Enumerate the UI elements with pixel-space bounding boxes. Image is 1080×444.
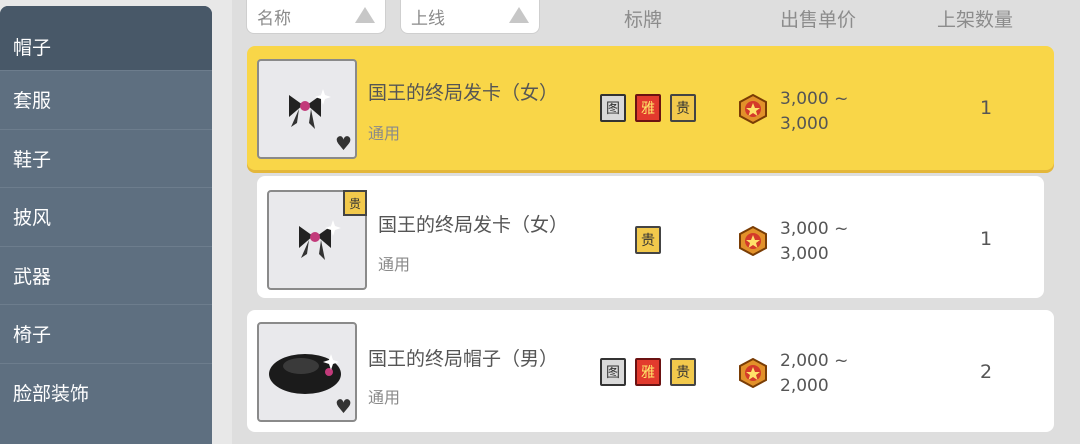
price-range: 3,000 ~ 3,000 bbox=[780, 87, 848, 137]
badge-ya-icon: 雅 bbox=[635, 358, 661, 386]
price-max: 3,000 bbox=[780, 244, 829, 264]
badge-gui-icon: 贵 bbox=[670, 358, 696, 386]
coin-icon bbox=[739, 94, 767, 124]
sidebar-item-label: 鞋子 bbox=[13, 148, 52, 171]
name-sort-dropdown[interactable]: 名称 bbox=[246, 0, 386, 34]
sidebar-item-cape[interactable]: 披风 bbox=[0, 187, 212, 246]
online-sort-dropdown[interactable]: 上线 bbox=[400, 0, 540, 34]
price-max: 3,000 bbox=[780, 114, 829, 134]
badge-ya-icon: 雅 bbox=[635, 94, 661, 122]
price-min: 2,000 ~ bbox=[780, 351, 849, 371]
item-subtitle: 通用 bbox=[368, 388, 401, 407]
listing-quantity: 1 bbox=[980, 228, 993, 250]
coin-icon bbox=[739, 226, 767, 256]
column-header-quantity: 上架数量 bbox=[937, 9, 1014, 31]
name-sort-label: 名称 bbox=[257, 9, 291, 29]
sidebar-item-face-accessory[interactable]: 脸部装饰 bbox=[0, 362, 212, 422]
price-min: 3,000 ~ bbox=[780, 89, 849, 109]
item-name: 国王的终局帽子（男） bbox=[368, 348, 559, 370]
sidebar-item-weapon[interactable]: 武器 bbox=[0, 245, 212, 305]
sidebar-item-label: 套服 bbox=[13, 90, 52, 113]
heart-icon[interactable]: ♥ bbox=[335, 398, 352, 417]
sidebar-item-label: 椅子 bbox=[13, 324, 52, 347]
sidebar-item-outfit[interactable]: 套服 bbox=[0, 70, 212, 129]
listing-quantity: 1 bbox=[980, 97, 993, 119]
item-subtitle: 通用 bbox=[368, 124, 401, 143]
sidebar-item-hat[interactable]: 帽子 bbox=[0, 6, 212, 70]
price-min: 3,000 ~ bbox=[780, 219, 849, 239]
coin-icon bbox=[739, 358, 767, 388]
online-sort-label: 上线 bbox=[411, 9, 445, 29]
badge-tu-icon: 图 bbox=[600, 358, 626, 386]
item-name: 国王的终局发卡（女） bbox=[378, 214, 569, 236]
item-subtitle: 通用 bbox=[378, 255, 411, 274]
sidebar-item-label: 脸部装饰 bbox=[13, 382, 90, 405]
badge-tu-icon: 图 bbox=[600, 94, 626, 122]
listing-panel: 名称 上线 标牌 出售单价 上架数量 ♥ 国王的终局发卡（女） 通用 图 雅 贵 bbox=[232, 0, 1080, 444]
badge-gui-icon: 贵 bbox=[670, 94, 696, 122]
listing-quantity: 2 bbox=[980, 361, 993, 383]
price-range: 2,000 ~ 2,000 bbox=[780, 349, 848, 399]
triangle-up-icon bbox=[509, 7, 529, 23]
sidebar-item-shoes[interactable]: 鞋子 bbox=[0, 128, 212, 188]
item-name: 国王的终局发卡（女） bbox=[368, 82, 559, 104]
price-max: 2,000 bbox=[780, 376, 829, 396]
price-range: 3,000 ~ 3,000 bbox=[780, 217, 848, 267]
column-header-tag: 标牌 bbox=[624, 9, 663, 31]
table-row[interactable]: ♥ 国王的终局发卡（女） 通用 图 雅 贵 3,000 ~ 3,000 1 bbox=[247, 46, 1054, 170]
column-header-price: 出售单价 bbox=[780, 9, 857, 31]
item-thumbnail: ♥ bbox=[257, 322, 357, 422]
item-thumbnail: ♥ bbox=[257, 59, 357, 159]
triangle-up-icon bbox=[355, 7, 375, 23]
sidebar-item-label: 武器 bbox=[13, 265, 52, 288]
table-row[interactable]: 贵 国王的终局发卡（女） 通用 贵 3,000 ~ 3,000 1 bbox=[257, 176, 1044, 298]
category-sidebar: 帽子 套服 鞋子 披风 武器 椅子 脸部装饰 bbox=[0, 6, 212, 444]
sidebar-item-label: 披风 bbox=[13, 207, 52, 230]
heart-icon[interactable]: ♥ bbox=[335, 135, 352, 154]
sidebar-item-chair[interactable]: 椅子 bbox=[0, 304, 212, 363]
badge-gui-icon: 贵 bbox=[635, 226, 661, 254]
table-row[interactable]: ♥ 国王的终局帽子（男） 通用 图 雅 贵 2,000 ~ 2,000 2 bbox=[247, 310, 1054, 432]
corner-gui-badge-icon: 贵 bbox=[343, 190, 367, 216]
sidebar-item-label: 帽子 bbox=[13, 36, 52, 59]
